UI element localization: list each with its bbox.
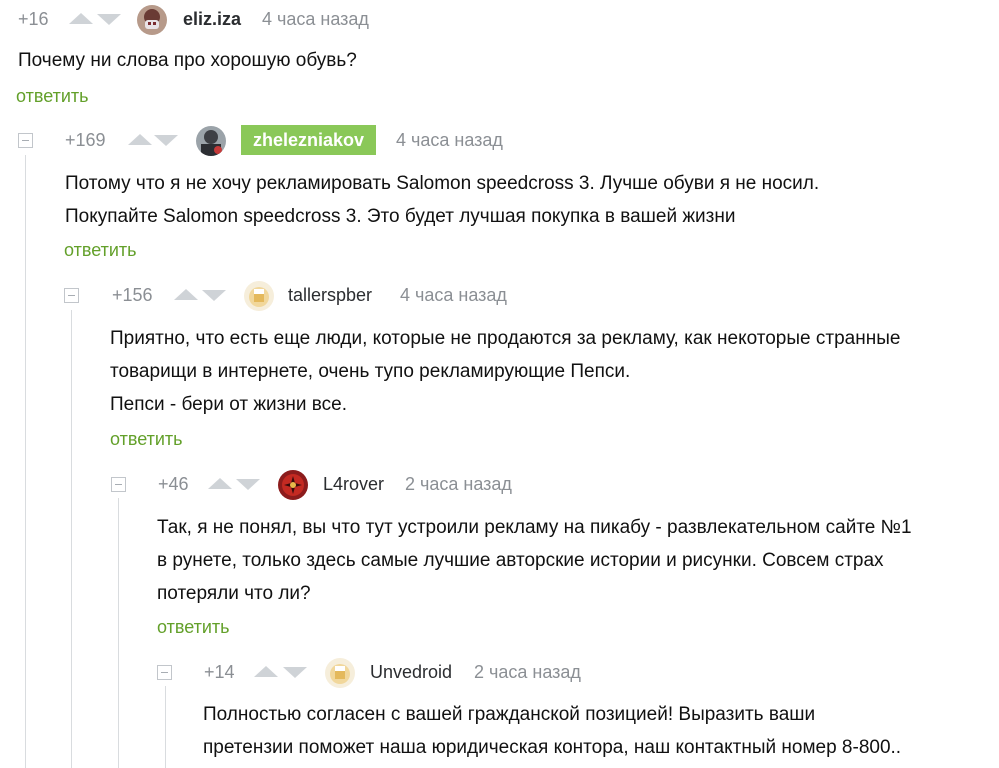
username[interactable]: Unvedroid xyxy=(370,662,452,683)
comment-header: +14 Unvedroid 2 часа назад xyxy=(157,653,999,693)
text-line: потеряли что ли? xyxy=(157,583,311,604)
collapse-icon[interactable] xyxy=(64,288,79,303)
avatar[interactable] xyxy=(137,5,167,35)
collapse-icon[interactable] xyxy=(111,477,126,492)
upvote-icon[interactable] xyxy=(208,478,232,489)
username[interactable]: eliz.iza xyxy=(183,9,241,30)
downvote-icon[interactable] xyxy=(236,479,260,490)
timestamp[interactable]: 4 часа назад xyxy=(400,285,507,306)
downvote-icon[interactable] xyxy=(97,14,121,25)
rating: +169 xyxy=(65,130,106,150)
comment-text: Почему ни слова про хорошую обувь? xyxy=(18,44,357,77)
reply-link[interactable]: ответить xyxy=(157,617,230,638)
text-line: Приятно, что есть еще люди, которые не п… xyxy=(110,328,901,349)
collapse-icon[interactable] xyxy=(18,133,33,148)
username[interactable]: tallerspber xyxy=(288,285,372,306)
text-line: Полностью согласен с вашей гражданской п… xyxy=(203,704,816,725)
upvote-icon[interactable] xyxy=(69,13,93,24)
comment-zhelezniakov: +169 zhelezniakov 4 часа назад Потому чт… xyxy=(18,121,999,271)
text-line: Пепси - бери от жизни все. xyxy=(110,394,347,415)
comment-text: Потому что я не хочу рекламировать Salom… xyxy=(65,167,819,233)
username[interactable]: L4rover xyxy=(323,474,384,495)
upvote-icon[interactable] xyxy=(128,134,152,145)
text-line: в рунете, только здесь самые лучшие авто… xyxy=(157,550,884,571)
timestamp[interactable]: 2 часа назад xyxy=(405,474,512,495)
downvote-icon[interactable] xyxy=(283,667,307,678)
avatar[interactable] xyxy=(244,281,274,311)
downvote-icon[interactable] xyxy=(154,135,178,146)
rating: +14 xyxy=(204,662,235,682)
comment-header: +46 L4rover 2 часа назад xyxy=(111,465,999,505)
timestamp[interactable]: 4 часа назад xyxy=(396,130,503,151)
comment-header: +169 zhelezniakov 4 часа назад xyxy=(18,121,999,161)
rating: +156 xyxy=(112,285,153,305)
text-line: претензии поможет наша юридическая конто… xyxy=(203,737,902,758)
upvote-icon[interactable] xyxy=(254,666,278,677)
comment-text: Так, я не понял, вы что тут устроили рек… xyxy=(157,511,912,610)
comment-tallerspber: +156 tallerspber 4 часа назад Приятно, ч… xyxy=(64,276,999,461)
comment-unvedroid: +14 Unvedroid 2 часа назад Полностью сог… xyxy=(157,653,999,768)
comment-text: Полностью согласен с вашей гражданской п… xyxy=(203,698,901,764)
comment-header: +16 eliz.iza 4 часа назад xyxy=(18,0,999,40)
timestamp[interactable]: 4 часа назад xyxy=(262,9,369,30)
comment-l4rover: +46 L4rover 2 часа назад Так, я не понял… xyxy=(111,465,999,650)
avatar[interactable] xyxy=(325,658,355,688)
text-line: Так, я не понял, вы что тут устроили рек… xyxy=(157,517,912,538)
reply-link[interactable]: ответить xyxy=(16,86,89,107)
collapse-icon[interactable] xyxy=(157,665,172,680)
text-line: Покупайте Salomon speedcross 3. Это буде… xyxy=(65,206,736,227)
comment-text: Приятно, что есть еще люди, которые не п… xyxy=(110,322,900,421)
downvote-icon[interactable] xyxy=(202,290,226,301)
text-line: Потому что я не хочу рекламировать Salom… xyxy=(65,173,820,194)
text-line: товарищи в интернете, очень тупо реклами… xyxy=(110,361,631,382)
timestamp[interactable]: 2 часа назад xyxy=(474,662,581,683)
avatar[interactable] xyxy=(196,126,226,156)
rating: +16 xyxy=(18,9,49,29)
text-line: Почему ни слова про хорошую обувь? xyxy=(18,50,357,71)
upvote-icon[interactable] xyxy=(174,289,198,300)
username[interactable]: zhelezniakov xyxy=(241,125,377,155)
comment-eliz-iza: +16 eliz.iza 4 часа назад Почему ни слов… xyxy=(16,0,999,115)
rating: +46 xyxy=(158,474,189,494)
avatar[interactable] xyxy=(278,470,308,500)
reply-link[interactable]: ответить xyxy=(64,240,137,261)
reply-link[interactable]: ответить xyxy=(110,429,183,450)
comment-header: +156 tallerspber 4 часа назад xyxy=(64,276,999,316)
